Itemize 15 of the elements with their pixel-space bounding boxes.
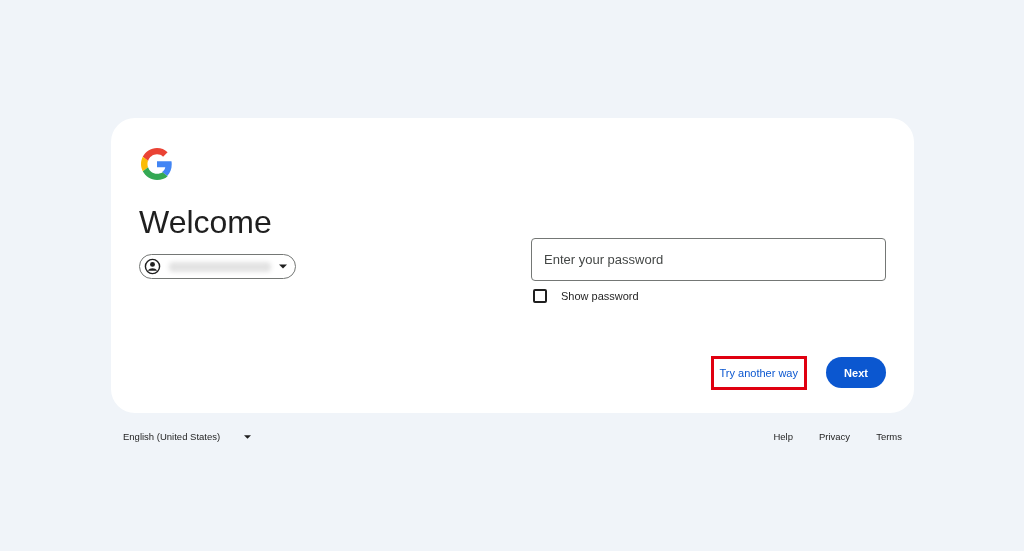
- caret-icon: [244, 434, 252, 439]
- try-another-way-link[interactable]: Try another way: [713, 358, 804, 387]
- password-field[interactable]: Enter your password: [531, 238, 886, 281]
- footer-link[interactable]: Help: [773, 431, 793, 442]
- account-icon: [144, 258, 161, 275]
- checkbox-label: Show password: [561, 290, 639, 302]
- google-logo-icon: [141, 148, 173, 180]
- caret-icon: [279, 264, 287, 269]
- language-dropdown[interactable]: English (United States): [123, 431, 252, 442]
- next-button[interactable]: Next: [826, 357, 886, 388]
- account-chip[interactable]: [139, 254, 296, 279]
- footer-link[interactable]: Privacy: [818, 431, 851, 442]
- checkbox[interactable]: [533, 289, 547, 303]
- footer-link[interactable]: Terms: [876, 431, 902, 442]
- welcome-heading: Welcome: [139, 203, 272, 242]
